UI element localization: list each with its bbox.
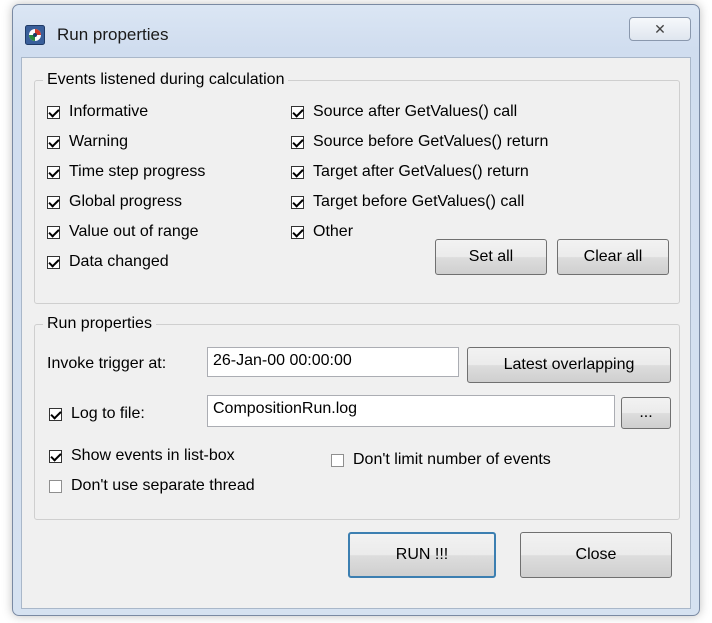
dont-limit-events-label: Don't limit number of events [353, 451, 551, 468]
checkbox-other[interactable]: Other [291, 223, 353, 241]
latest-overlapping-label: Latest overlapping [503, 356, 635, 373]
checkbox-check-icon [49, 407, 62, 421]
close-icon: ✕ [654, 21, 666, 37]
checkbox-label: Informative [69, 103, 149, 120]
checkbox-label: Global progress [69, 193, 182, 210]
events-group: Events listened during calculation Infor… [34, 70, 680, 304]
show-events-label: Show events in list-box [71, 447, 235, 464]
invoke-trigger-value: 26-Jan-00 00:00:00 [213, 352, 352, 369]
checkbox-check-icon [291, 135, 304, 149]
checkbox-check-icon [47, 105, 60, 119]
events-group-legend: Events listened during calculation [43, 70, 289, 90]
checkbox-check-icon [47, 165, 60, 179]
run-properties-group-legend: Run properties [43, 314, 156, 334]
checkbox-check-icon [49, 449, 62, 463]
window-title: Run properties [57, 25, 169, 44]
run-properties-dialog: Run properties ✕ Events listened during … [12, 4, 700, 616]
checkbox-empty-icon [49, 479, 62, 493]
set-all-label: Set all [468, 248, 514, 265]
log-file-value: CompositionRun.log [213, 400, 358, 417]
checkbox-label: Target before GetValues() call [313, 193, 525, 210]
checkbox-source-before-getvalues-return[interactable]: Source before GetValues() return [291, 133, 548, 151]
dont-use-separate-thread-label: Don't use separate thread [71, 477, 255, 494]
clear-all-label: Clear all [583, 248, 643, 265]
run-app-icon [25, 25, 45, 45]
checkbox-check-icon [47, 195, 60, 209]
dialog-client-area: Events listened during calculation Infor… [21, 57, 691, 609]
clear-all-button[interactable]: Clear all [557, 239, 669, 275]
checkbox-source-after-getvalues-call[interactable]: Source after GetValues() call [291, 103, 517, 121]
checkbox-time-step-progress[interactable]: Time step progress [47, 163, 205, 181]
browse-button[interactable]: ... [621, 397, 671, 429]
checkbox-label: Other [313, 223, 354, 240]
close-button[interactable]: Close [520, 532, 672, 578]
run-properties-group: Run properties Invoke trigger at: 26-Jan… [34, 314, 680, 520]
checkbox-empty-icon [331, 453, 344, 467]
browse-ellipsis-icon: ... [639, 404, 653, 421]
dont-limit-events-checkbox[interactable]: Don't limit number of events [331, 451, 551, 469]
checkbox-check-icon [47, 135, 60, 149]
log-file-input[interactable]: CompositionRun.log [207, 395, 615, 427]
checkbox-label: Source after GetValues() call [313, 103, 518, 120]
set-all-button[interactable]: Set all [435, 239, 547, 275]
run-button-label: RUN !!! [395, 546, 449, 563]
checkbox-label: Data changed [69, 253, 169, 270]
checkbox-check-icon [47, 255, 60, 269]
close-button-label: Close [575, 546, 617, 563]
log-to-file-label: Log to file: [71, 405, 145, 422]
invoke-trigger-label: Invoke trigger at: [47, 355, 167, 372]
checkbox-warning[interactable]: Warning [47, 133, 128, 151]
checkbox-check-icon [291, 165, 304, 179]
checkbox-check-icon [291, 225, 304, 239]
checkbox-target-after-getvalues-return[interactable]: Target after GetValues() return [291, 163, 529, 181]
checkbox-target-before-getvalues-call[interactable]: Target before GetValues() call [291, 193, 524, 211]
dont-use-separate-thread-checkbox[interactable]: Don't use separate thread [49, 477, 255, 495]
checkbox-check-icon [47, 225, 60, 239]
title-bar[interactable]: Run properties ✕ [13, 5, 699, 57]
latest-overlapping-button[interactable]: Latest overlapping [467, 347, 671, 383]
window-close-button[interactable]: ✕ [629, 17, 691, 41]
checkbox-informative[interactable]: Informative [47, 103, 148, 121]
checkbox-label: Source before GetValues() return [313, 133, 549, 150]
checkbox-label: Target after GetValues() return [313, 163, 529, 180]
invoke-trigger-input[interactable]: 26-Jan-00 00:00:00 [207, 347, 459, 377]
log-to-file-checkbox[interactable]: Log to file: [49, 405, 145, 423]
checkbox-global-progress[interactable]: Global progress [47, 193, 182, 211]
checkbox-label: Warning [69, 133, 128, 150]
checkbox-check-icon [291, 105, 304, 119]
run-button[interactable]: RUN !!! [348, 532, 496, 578]
checkbox-value-out-of-range[interactable]: Value out of range [47, 223, 199, 241]
show-events-checkbox[interactable]: Show events in list-box [49, 447, 235, 465]
checkbox-check-icon [291, 195, 304, 209]
checkbox-label: Value out of range [69, 223, 199, 240]
checkbox-data-changed[interactable]: Data changed [47, 253, 169, 271]
checkbox-label: Time step progress [69, 163, 206, 180]
